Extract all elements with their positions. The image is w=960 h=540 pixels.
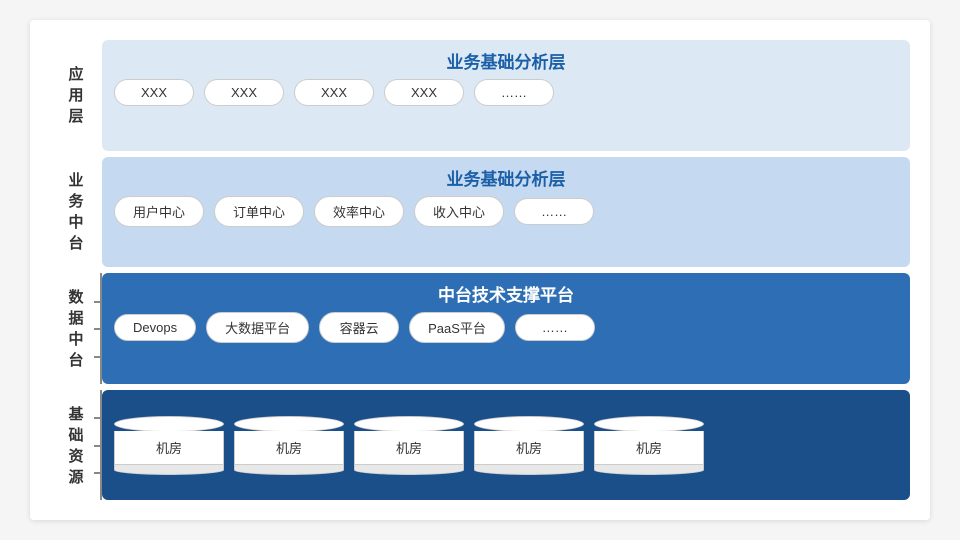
card-efficiency-center: 效率中心 — [314, 196, 404, 227]
label-shuju-group: 数 据 中 台 — [50, 273, 102, 384]
card-xxx-2: XXX — [204, 79, 284, 106]
card-xxx-1: XXX — [114, 79, 194, 106]
card-xxx-more: …… — [474, 79, 554, 106]
tick-3 — [94, 356, 102, 358]
content-yingyong: 业务基础分析层 XXX XXX XXX XXX …… — [102, 40, 910, 151]
cards-yewu: 用户中心 订单中心 效率中心 收入中心 …… — [114, 196, 898, 227]
label-jichu-group: 基 础 资 源 — [50, 390, 102, 501]
card-paas: PaaS平台 — [409, 312, 505, 343]
cylinder-5: 机房 — [594, 415, 704, 475]
card-xxx-3: XXX — [294, 79, 374, 106]
cards-yingyong: XXX XXX XXX XXX …… — [114, 79, 898, 106]
cylinder-3: 机房 — [354, 415, 464, 475]
cylinders-row: 机房 机房 机房 — [114, 415, 898, 475]
title-yingyong: 业务基础分析层 — [114, 48, 898, 73]
cylinder-4-bottom — [474, 465, 584, 475]
cylinder-4-top — [474, 416, 584, 432]
content-yewu: 业务基础分析层 用户中心 订单中心 效率中心 收入中心 …… — [102, 157, 910, 268]
cylinder-2-top — [234, 416, 344, 432]
cards-shuju: Devops 大数据平台 容器云 PaaS平台 …… — [114, 312, 898, 343]
shuju-divider — [100, 273, 102, 384]
card-order-center: 订单中心 — [214, 196, 304, 227]
cylinder-5-body: 机房 — [594, 431, 704, 465]
jichu-tick-1 — [94, 417, 102, 419]
cylinder-1: 机房 — [114, 415, 224, 475]
label-yingyong: 应 用 层 — [50, 40, 102, 151]
jichu-divider — [100, 390, 102, 501]
cylinder-2: 机房 — [234, 415, 344, 475]
cylinder-1-top — [114, 416, 224, 432]
cylinder-3-top — [354, 416, 464, 432]
jichu-tick-2 — [94, 445, 102, 447]
jichu-tick-3 — [94, 472, 102, 474]
cylinder-3-body: 机房 — [354, 431, 464, 465]
cylinder-5-bottom — [594, 465, 704, 475]
card-yewu-more: …… — [514, 198, 594, 225]
layer-yewu: 业 务 中 台 业务基础分析层 用户中心 订单中心 效率中心 收入中心 …… — [50, 157, 910, 268]
tick-1 — [94, 301, 102, 303]
layer-yingyong: 应 用 层 业务基础分析层 XXX XXX XXX XXX …… — [50, 40, 910, 151]
card-bigdata: 大数据平台 — [206, 312, 309, 343]
content-shuju: 中台技术支撑平台 Devops 大数据平台 容器云 PaaS平台 …… — [102, 273, 910, 384]
card-container: 容器云 — [319, 312, 399, 343]
label-yewu: 业 务 中 台 — [50, 157, 102, 268]
card-user-center: 用户中心 — [114, 196, 204, 227]
cylinder-4: 机房 — [474, 415, 584, 475]
cylinder-1-body: 机房 — [114, 431, 224, 465]
tick-2 — [94, 328, 102, 330]
card-revenue-center: 收入中心 — [414, 196, 504, 227]
cylinder-3-bottom — [354, 465, 464, 475]
card-shuju-more: …… — [515, 314, 595, 341]
cylinder-2-body: 机房 — [234, 431, 344, 465]
cylinder-4-body: 机房 — [474, 431, 584, 465]
title-yewu: 业务基础分析层 — [114, 165, 898, 190]
architecture-diagram: 应 用 层 业务基础分析层 XXX XXX XXX XXX …… 业 务 中 台… — [30, 20, 930, 520]
cylinder-1-bottom — [114, 465, 224, 475]
layer-shuju: 数 据 中 台 中台技术支撑平台 Devops 大数据平台 容器云 PaaS平台… — [50, 273, 910, 384]
layer-jichu: 基 础 资 源 机房 — [50, 390, 910, 501]
cylinder-2-bottom — [234, 465, 344, 475]
card-xxx-4: XXX — [384, 79, 464, 106]
title-shuju: 中台技术支撑平台 — [114, 281, 898, 306]
content-jichu: 机房 机房 机房 — [102, 390, 910, 501]
card-devops: Devops — [114, 314, 196, 341]
cylinder-5-top — [594, 416, 704, 432]
